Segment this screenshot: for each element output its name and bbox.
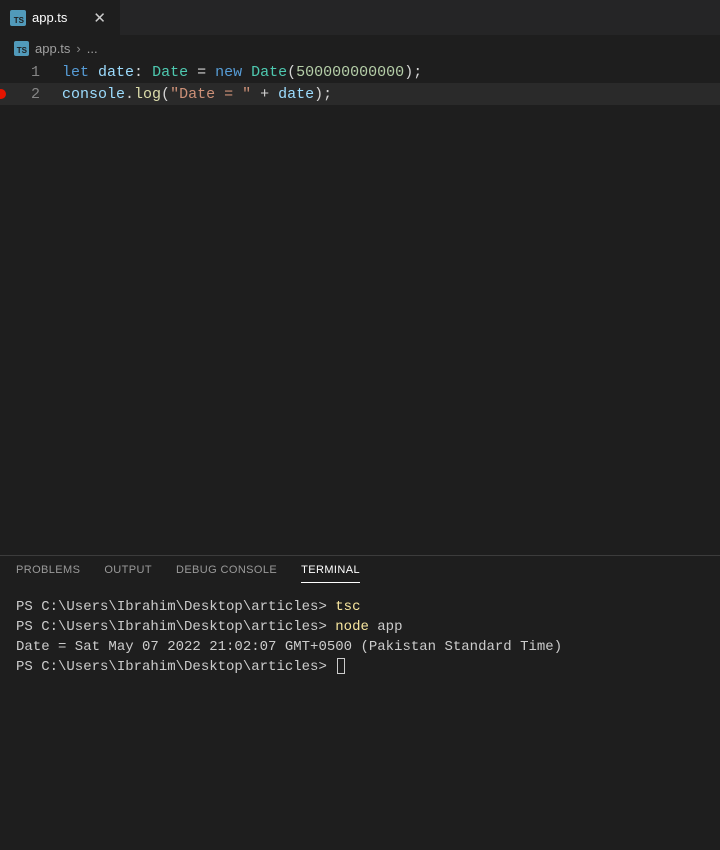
terminal-line: PS C:\Users\Ibrahim\Desktop\articles> ts… bbox=[16, 597, 704, 617]
breadcrumb-filename: app.ts bbox=[35, 41, 70, 56]
tab-problems[interactable]: PROBLEMS bbox=[16, 564, 80, 583]
breakpoint-icon[interactable] bbox=[0, 89, 6, 99]
terminal[interactable]: PS C:\Users\Ibrahim\Desktop\articles> ts… bbox=[0, 589, 720, 850]
breadcrumb-rest: ... bbox=[87, 41, 98, 56]
terminal-line: PS C:\Users\Ibrahim\Desktop\articles> no… bbox=[16, 617, 704, 637]
terminal-line: Date = Sat May 07 2022 21:02:07 GMT+0500… bbox=[16, 637, 704, 657]
code-line: 1 let date: Date = new Date(500000000000… bbox=[0, 61, 720, 83]
tab-output[interactable]: OUTPUT bbox=[104, 564, 152, 583]
code-content: console.log("Date = " + date); bbox=[62, 86, 332, 103]
cursor-icon bbox=[337, 658, 345, 674]
terminal-line: PS C:\Users\Ibrahim\Desktop\articles> bbox=[16, 657, 704, 677]
line-number: 2 bbox=[0, 86, 62, 103]
typescript-icon: TS bbox=[10, 10, 26, 26]
chevron-right-icon: › bbox=[76, 41, 80, 56]
bottom-panel: PROBLEMS OUTPUT DEBUG CONSOLE TERMINAL P… bbox=[0, 555, 720, 850]
tab-filename: app.ts bbox=[32, 10, 67, 25]
code-content: let date: Date = new Date(500000000000); bbox=[62, 64, 422, 81]
code-line: 2 console.log("Date = " + date); bbox=[0, 83, 720, 105]
close-icon[interactable]: ✕ bbox=[89, 7, 110, 29]
editor-tab[interactable]: TS app.ts ✕ bbox=[0, 0, 120, 35]
breadcrumb[interactable]: TS app.ts › ... bbox=[0, 35, 720, 61]
panel-tabs: PROBLEMS OUTPUT DEBUG CONSOLE TERMINAL bbox=[0, 556, 720, 589]
tab-debug-console[interactable]: DEBUG CONSOLE bbox=[176, 564, 277, 583]
code-editor[interactable]: 1 let date: Date = new Date(500000000000… bbox=[0, 61, 720, 555]
typescript-icon: TS bbox=[14, 41, 29, 56]
tab-terminal[interactable]: TERMINAL bbox=[301, 564, 360, 583]
tab-bar: TS app.ts ✕ bbox=[0, 0, 720, 35]
line-number: 1 bbox=[0, 64, 62, 81]
